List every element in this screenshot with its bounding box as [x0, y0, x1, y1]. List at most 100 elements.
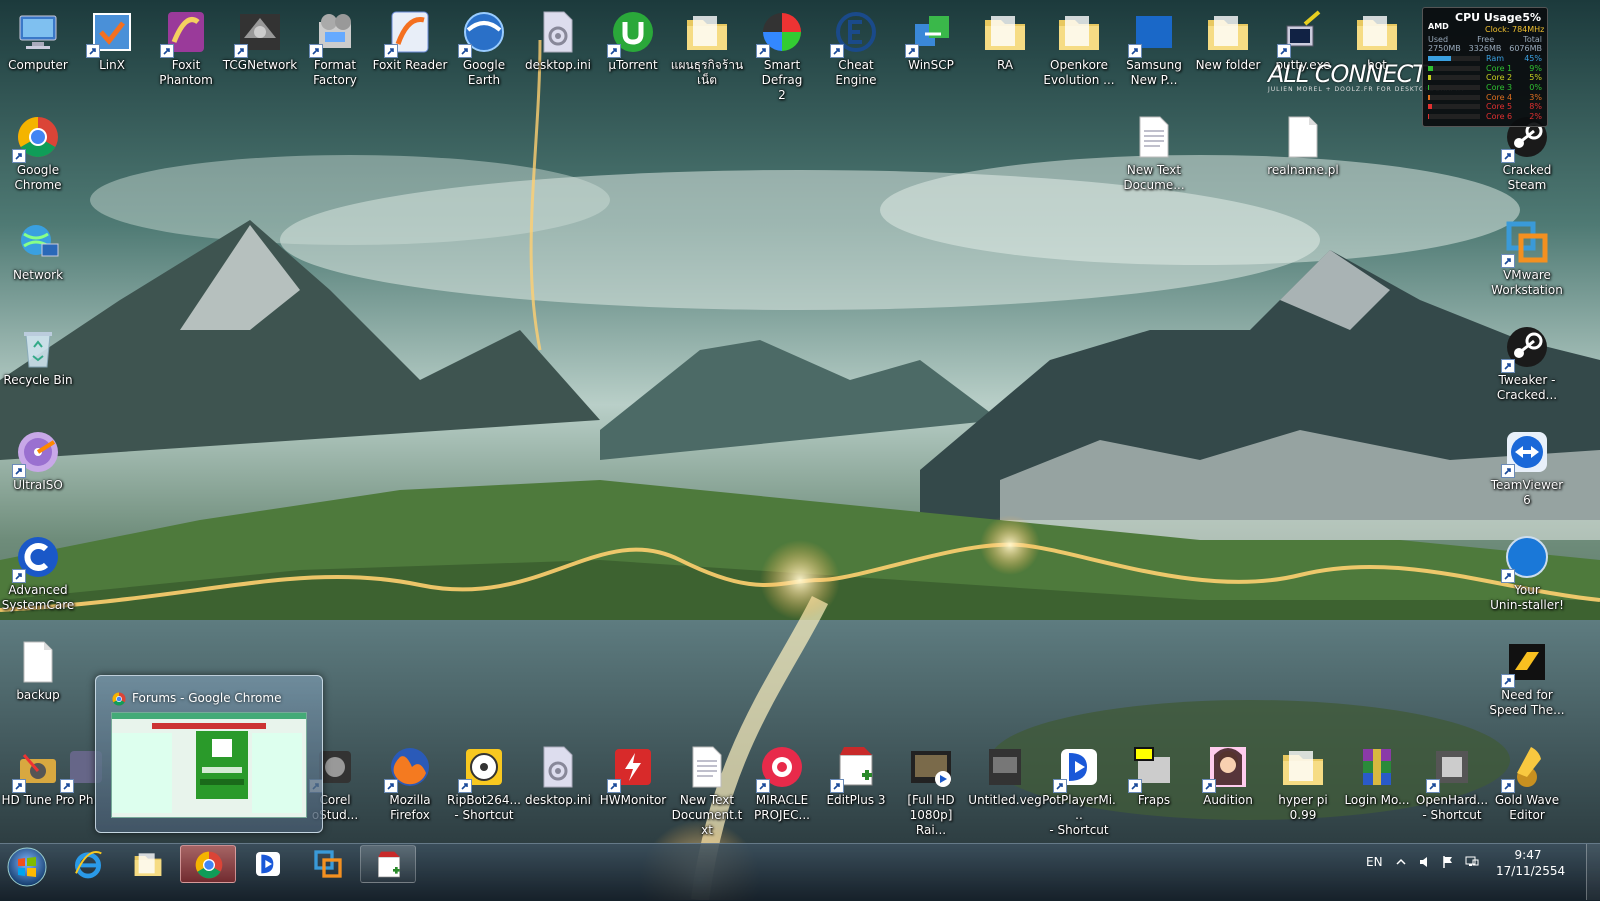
desktop-icon-label: แผนธุรกิจร้าน เน็ต: [670, 58, 744, 87]
usage-value: 9%: [1529, 63, 1542, 73]
desktop-icon[interactable]: Cheat Engine: [818, 8, 894, 88]
desktop-icon-label: Foxit Phantom: [159, 58, 213, 87]
advanced-systemcare-icon: [12, 533, 62, 583]
usage-bar-fill: [1428, 104, 1433, 110]
desktop-icon[interactable]: Login Mo...: [1339, 743, 1415, 808]
desktop-icon[interactable]: µTorrent: [595, 8, 671, 73]
clock-date[interactable]: 17/11/2554: [1496, 864, 1565, 878]
memory-header: Free: [1477, 35, 1495, 44]
desktop-icon[interactable]: New folder: [1190, 8, 1266, 73]
desktop-icon-label: PotPlayerMi... - Shortcut: [1042, 793, 1116, 837]
folder-icon: [981, 8, 1029, 56]
volume-icon[interactable]: [1418, 855, 1432, 869]
cpu-usage-gadget[interactable]: AMD CPU Usage 5% Clock: 784MHz Used Free…: [1422, 7, 1548, 127]
taskbar-button-google-chrome[interactable]: [180, 845, 236, 883]
desktop-icon[interactable]: EditPlus 3: [818, 743, 894, 808]
desktop-icon[interactable]: Samsung New P...: [1116, 8, 1192, 88]
shortcut-arrow-icon: [458, 44, 472, 58]
taskbar-button-windows-explorer[interactable]: [120, 845, 176, 883]
desktop-icon[interactable]: RipBot264... - Shortcut: [446, 743, 522, 823]
shortcut-arrow-icon: [12, 149, 26, 163]
network-tray-icon[interactable]: [1465, 855, 1479, 869]
desktop-icon[interactable]: Foxit Phantom: [148, 8, 224, 88]
desktop-icon[interactable]: RA: [967, 8, 1043, 73]
desktop-icon[interactable]: Need for Speed The...: [1489, 638, 1565, 718]
desktop-icon[interactable]: LinX: [74, 8, 150, 73]
desktop-icon[interactable]: Foxit Reader: [372, 8, 448, 73]
desktop-icon[interactable]: Format Factory: [297, 8, 373, 88]
desktop-icon[interactable]: Tweaker - Cracked...: [1489, 323, 1565, 403]
desktop-icon-label: Cracked Steam: [1502, 163, 1552, 192]
thumbnail-page-preview[interactable]: [111, 712, 307, 818]
action-center-flag-icon[interactable]: [1441, 855, 1455, 869]
desktop-icon[interactable]: Google Earth: [446, 8, 522, 88]
shortcut-arrow-icon: [458, 779, 472, 793]
taskbar-button-potplayer[interactable]: [240, 845, 296, 883]
desktop-icon[interactable]: UltraISO: [0, 428, 76, 493]
chrome-icon: [12, 113, 62, 163]
desktop-icon[interactable]: OpenHard... - Shortcut: [1414, 743, 1490, 823]
usage-value: 8%: [1529, 102, 1542, 112]
winrar-icon: [1353, 743, 1401, 791]
start-button[interactable]: [4, 844, 50, 890]
desktop-icon[interactable]: HWMonitor: [595, 743, 671, 808]
desktop-icon[interactable]: desktop.ini: [520, 743, 596, 808]
memory-header: Total: [1523, 35, 1542, 44]
desktop-icon[interactable]: Fraps: [1116, 743, 1192, 808]
desktop-icon[interactable]: Audition: [1190, 743, 1266, 808]
shortcut-arrow-icon: [1501, 674, 1515, 688]
desktop-icon[interactable]: PotPlayerMi... - Shortcut: [1041, 743, 1117, 838]
taskbar-button-editplus[interactable]: [360, 845, 416, 883]
language-indicator[interactable]: EN: [1366, 855, 1383, 869]
desktop-icon[interactable]: TeamViewer 6: [1489, 428, 1565, 508]
desktop-icon-label: desktop.ini: [525, 58, 591, 72]
desktop-icon-label: Google Earth: [462, 58, 506, 87]
desktop-icon[interactable]: Network: [0, 218, 76, 283]
usage-bar: [1428, 75, 1480, 81]
desktop-icon-label: EditPlus 3: [826, 793, 886, 807]
show-hidden-icons-icon[interactable]: [1394, 855, 1408, 869]
desktop-icon[interactable]: desktop.ini: [520, 8, 596, 73]
desktop-icon[interactable]: Untitled.veg: [967, 743, 1043, 808]
desktop-icon[interactable]: MIRACLE PROJEC...: [744, 743, 820, 823]
desktop-icon[interactable]: hyper pi 0.99: [1265, 743, 1341, 823]
taskbar-button-vmware[interactable]: [300, 845, 356, 883]
desktop-icon[interactable]: backup: [0, 638, 76, 703]
shortcut-arrow-icon: [607, 779, 621, 793]
shortcut-arrow-icon: [607, 44, 621, 58]
text-file-icon: [1130, 113, 1178, 161]
desktop-icon[interactable]: Gold Wave Editor: [1489, 743, 1565, 823]
desktop-icon-label: OpenHard... - Shortcut: [1415, 793, 1489, 822]
settings-file-icon: [534, 743, 582, 791]
taskbar-button-internet-explorer[interactable]: [60, 845, 116, 883]
video-file-icon: [907, 743, 955, 791]
desktop-icon[interactable]: Smart Defrag 2: [744, 8, 820, 103]
desktop-icon[interactable]: TCGNetwork: [222, 8, 298, 73]
desktop-icon[interactable]: New Text Document.txt: [669, 743, 745, 838]
desktop-icon[interactable]: [Full HD 1080p] Rai...: [893, 743, 969, 838]
usage-label: Ram: [1486, 54, 1505, 64]
clock-time[interactable]: 9:47: [1502, 848, 1554, 862]
desktop-icon[interactable]: Computer: [0, 8, 76, 73]
desktop-icon-label: Smart Defrag 2: [761, 58, 803, 102]
desktop-icon[interactable]: Your Unin-staller!: [1489, 533, 1565, 613]
desktop-icon-label: Need for Speed The...: [1489, 688, 1565, 717]
desktop-icon[interactable]: Mozilla Firefox: [372, 743, 448, 823]
desktop-icon[interactable]: VMware Workstation: [1489, 218, 1565, 298]
desktop-icon[interactable]: Openkore Evolution ...: [1041, 8, 1117, 88]
shortcut-arrow-icon: [384, 779, 398, 793]
winscp-icon: [905, 8, 955, 58]
desktop-icon[interactable]: realname.pl: [1265, 113, 1341, 178]
desktop-icon[interactable]: Recycle Bin: [0, 323, 76, 388]
desktop-icon[interactable]: New Text Docume...: [1116, 113, 1192, 193]
show-desktop-button[interactable]: [1586, 844, 1600, 900]
taskbar-thumbnail-preview[interactable]: Forums - Google Chrome: [95, 675, 323, 833]
cpu-brand-label: AMD: [1428, 22, 1449, 31]
desktop-icon[interactable]: WinSCP: [893, 8, 969, 73]
desktop-icon[interactable]: Google Chrome: [0, 113, 76, 193]
desktop-icon-label: WinSCP: [908, 58, 954, 72]
settings-file-icon: [534, 8, 582, 56]
desktop-icon[interactable]: แผนธุรกิจร้าน เน็ต: [669, 8, 745, 88]
format-factory-icon: [309, 8, 359, 58]
desktop-icon[interactable]: Advanced SystemCare: [0, 533, 76, 613]
